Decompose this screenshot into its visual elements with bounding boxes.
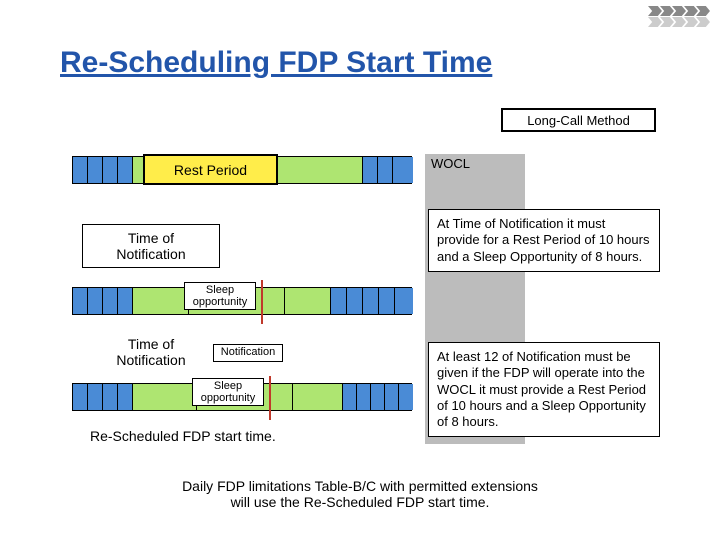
marker-line-1 [261,280,263,324]
method-box: Long-Call Method [501,108,656,132]
info-box-1: At Time of Notification it must provide … [428,209,660,272]
info-box-2: At least 12 of Notification must be give… [428,342,660,437]
chevron-logo [648,6,708,27]
marker-line-2 [269,376,271,420]
footer-text: Daily FDP limitations Table-B/C with per… [0,478,720,510]
time-of-notification-1: Time of Notification [82,224,220,268]
wocl-label: WOCL [431,156,470,171]
notification-box: Notification [213,344,283,362]
page-title: Re-Scheduling FDP Start Time [60,46,492,80]
rescheduled-caption: Re-Scheduled FDP start time. [90,428,276,444]
rest-period-box: Rest Period [143,154,278,185]
sleep-opportunity-1: Sleep opportunity [184,282,256,310]
sleep-opportunity-2: Sleep opportunity [192,378,264,406]
time-of-notification-2: Time of Notification [98,336,204,368]
